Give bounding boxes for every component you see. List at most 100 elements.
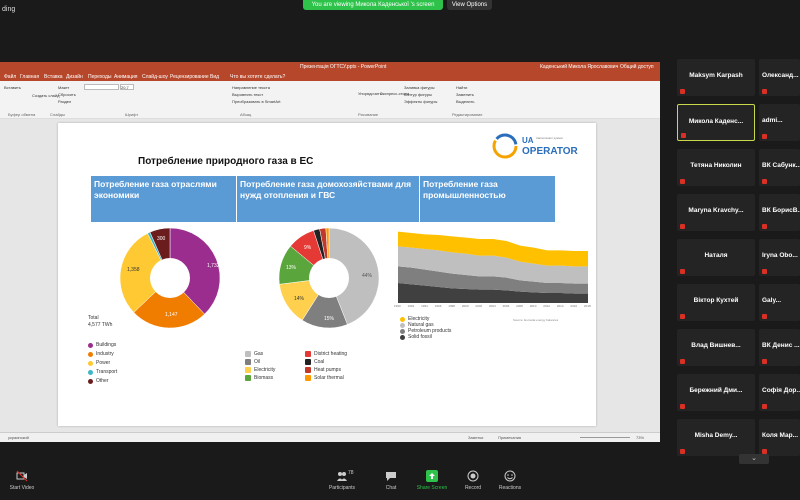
window-title: ding [2,6,16,13]
d2-label-district: 9% [304,245,312,251]
participant-tile[interactable]: Misha Demy... [677,419,755,456]
mic-muted-icon [681,133,686,138]
participant-tile[interactable]: Galy... [759,284,800,321]
d2-label-biomass: 13% [286,265,297,271]
start-video-button[interactable]: Start Video [2,470,42,491]
participant-name: Тетяна Николин [690,162,742,169]
participant-tile[interactable]: Maksym Karpash [677,59,755,96]
shape-effects[interactable]: Эффекты фигуры [404,99,437,104]
legend-swatch [400,316,405,322]
layout-button[interactable]: Макет [58,85,69,90]
paste-button[interactable]: Вставить [4,85,21,90]
tab-home[interactable]: Главная [20,74,39,80]
participant-name: admi... [762,117,783,124]
group-paragraph: Абзац [240,112,252,117]
participant-tile[interactable]: Микола Каденс... [677,104,755,141]
convert-smartart[interactable]: Преобразовать в SmartArt [232,99,281,104]
legend-item: Biomass [245,375,305,381]
participants-button[interactable]: Participants 78 [322,470,362,491]
status-bar: украинский Заметки Примечания 73% [0,432,660,442]
share-screen-label: Share Screen [416,485,448,491]
tab-review[interactable]: Рецензирование [170,74,209,80]
participant-name: Коля Мар... [762,432,799,439]
participant-tile[interactable]: ВК Сабунк... [759,149,800,186]
tab-insert[interactable]: Вставка [44,74,63,80]
participant-name: ВК Денис ... [762,342,800,349]
font-size-field[interactable]: 20,7 [120,84,134,90]
tab-transitions[interactable]: Переходы [88,74,111,80]
align-text[interactable]: Выровнять текст [232,92,263,97]
mic-muted-icon [680,359,685,364]
replace-button[interactable]: Заменить [456,92,474,97]
slide[interactable]: UA transmission system OPERATOR Потребле… [58,123,596,426]
view-options-button[interactable]: View Options [447,0,492,10]
chat-button[interactable]: Chat [371,470,411,491]
participant-name: ВК БорисВ... [762,207,800,214]
participant-name: Maksym Karpash [689,72,743,79]
font-name-field[interactable] [84,84,119,90]
section-button[interactable]: Раздел [58,99,71,104]
participant-name: Misha Demy... [694,432,738,439]
participant-tile[interactable]: Олександ... [759,59,800,96]
ppt-title-bar: Презентація ОГТСУ.pptx - PowerPoint Каде… [0,62,660,72]
zoom-level[interactable]: 73% [636,435,644,440]
legend-item: Gas [245,351,305,357]
record-button[interactable]: Record [453,470,493,491]
participant-tile[interactable]: ВК Денис ... [759,329,800,366]
logo-small: transmission system [536,136,564,140]
participant-tile[interactable]: Наталя [677,239,755,276]
total-value: 4,577 TWh [88,322,113,328]
record-label: Record [464,485,482,491]
legend-label: Oil [254,359,261,365]
participant-tile[interactable]: Iryna Obo... [759,239,800,276]
legend-item: Transport [88,369,117,375]
share-screen-button[interactable]: Share Screen [412,470,452,491]
x-tick-label: 2018 [584,304,591,308]
start-video-label: Start Video [9,485,35,491]
participant-tile[interactable]: Софія Дор... [759,374,800,411]
shape-outline[interactable]: Контур фигуры [404,92,432,97]
mic-muted-icon [762,269,767,274]
participants-icon [337,472,347,481]
participant-tile[interactable]: ВК БорисВ... [759,194,800,231]
participant-tile[interactable]: Коля Мар... [759,419,800,456]
participant-tile[interactable]: Тетяна Николин [677,149,755,186]
participant-tile[interactable]: admi... [759,104,800,141]
shape-fill[interactable]: Заливка фигуры [404,85,435,90]
participant-tile[interactable]: Влад Вишнев... [677,329,755,366]
participant-tile[interactable]: Бережний Дми... [677,374,755,411]
zoom-slider[interactable] [580,437,630,438]
tab-animation[interactable]: Анимация [114,74,137,80]
legend-label: Other [96,378,109,384]
new-slide-button[interactable]: Создать слайд [32,93,59,98]
comments-button[interactable]: Примечания [498,435,521,440]
reactions-button[interactable]: Reactions [490,470,530,491]
participant-name: Влад Вишнев... [691,342,741,349]
d1-label-buildings: 1,732 [207,263,220,269]
tab-view[interactable]: Вид [210,74,219,80]
scroll-down-button[interactable]: ⌄ [739,454,769,464]
legend-swatch [305,351,311,357]
tell-me-search[interactable]: Что вы хотите сделать? [230,74,285,80]
mic-muted-icon [762,224,767,229]
legend-item: Solid fossil [400,334,451,340]
tab-file[interactable]: Файл [4,74,16,80]
tab-design[interactable]: Дизайн [66,74,83,80]
arrange-button[interactable]: Упорядочить [358,91,382,96]
reset-button[interactable]: Сбросить [58,92,76,97]
share-button[interactable]: Общий доступ [620,62,654,72]
participant-tile[interactable]: Maryna Kravchy... [677,194,755,231]
select-button[interactable]: Выделить [456,99,474,104]
find-button[interactable]: Найти [456,85,467,90]
participant-name: Galy... [762,297,782,304]
x-tick-label: 2008 [516,304,523,308]
legend-item: Oil [245,359,305,365]
legend-swatch [88,342,93,348]
participant-tile[interactable]: Віктор Кухтей [677,284,755,321]
x-tick-label: 2016 [570,304,578,308]
text-direction[interactable]: Направление текста [232,85,270,90]
notes-button[interactable]: Заметки [468,435,483,440]
tab-slideshow[interactable]: Слайд-шоу [142,74,168,80]
legend-swatch [245,367,251,373]
mic-muted-icon [680,404,685,409]
